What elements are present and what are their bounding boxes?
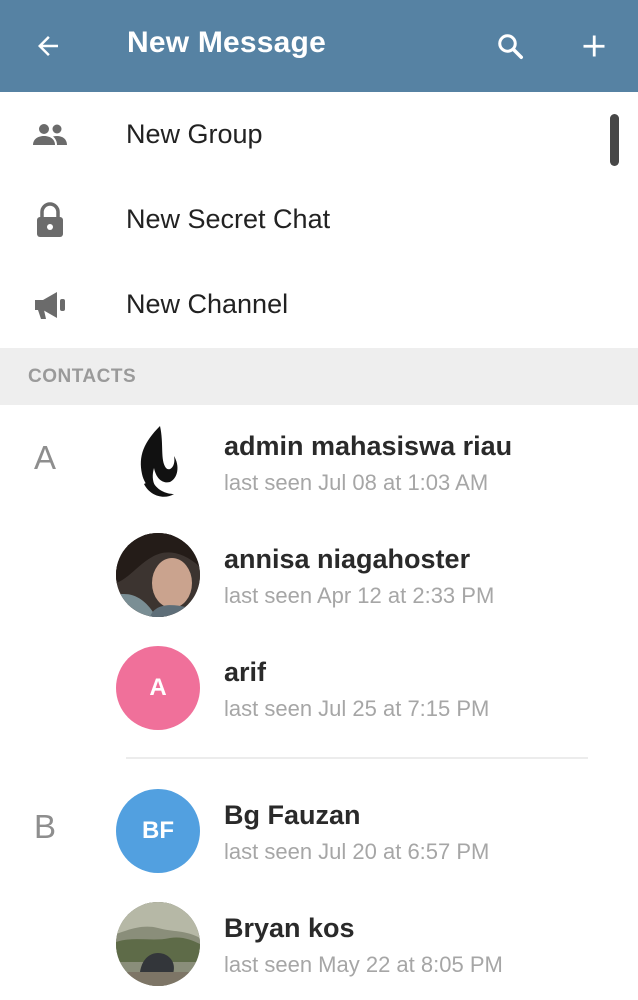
new-secret-chat-item[interactable]: New Secret Chat <box>0 177 638 262</box>
new-group-label: New Group <box>126 119 263 149</box>
contact-name: arif <box>224 657 267 687</box>
arrow-left-icon <box>38 36 58 56</box>
contacts-section-header: CONTACTS <box>0 348 638 405</box>
photo-avatar-image <box>116 533 200 617</box>
search-button[interactable] <box>486 22 534 70</box>
last-seen-status: last seen Jul 20 at 6:57 PM <box>224 839 490 864</box>
contact-row[interactable]: annisa niagahoster last seen Apr 12 at 2… <box>0 518 638 631</box>
section-letter: B <box>34 808 57 845</box>
contact-name: annisa niagahoster <box>224 544 471 574</box>
back-button[interactable] <box>26 24 70 68</box>
last-seen-status: last seen Apr 12 at 2:33 PM <box>224 583 495 608</box>
section-letter: A <box>34 439 57 476</box>
contact-row[interactable]: Bryan kos last seen May 22 at 8:05 PM <box>0 887 638 1000</box>
last-seen-status: last seen Jul 25 at 7:15 PM <box>224 696 490 721</box>
contact-row[interactable]: B BF Bg Fauzan last seen Jul 20 at 6:57 … <box>0 774 638 887</box>
avatar <box>116 533 200 617</box>
contact-name: Bryan kos <box>224 913 355 943</box>
avatar <box>116 902 200 986</box>
flame-logo-icon <box>140 426 178 497</box>
megaphone-icon <box>30 262 70 347</box>
contact-name: admin mahasiswa riau <box>224 431 513 461</box>
avatar: BF <box>116 789 200 873</box>
add-contact-button[interactable] <box>570 22 618 70</box>
avatar: A <box>116 646 200 730</box>
section-divider <box>126 757 588 759</box>
contact-row[interactable]: A arif last seen Jul 25 at 7:15 PM <box>0 631 638 744</box>
contact-row[interactable]: A admin mahasiswa riau last seen Jul 08 … <box>0 405 638 518</box>
new-channel-label: New Channel <box>126 289 289 319</box>
people-icon <box>30 92 70 177</box>
plus-icon <box>583 35 605 57</box>
avatar <box>116 420 200 504</box>
lock-icon <box>30 177 70 262</box>
search-icon <box>498 34 523 59</box>
new-secret-chat-label: New Secret Chat <box>126 204 331 234</box>
photo-avatar-image <box>116 902 200 986</box>
last-seen-status: last seen May 22 at 8:05 PM <box>224 952 503 977</box>
new-group-item[interactable]: New Group <box>0 92 638 177</box>
page-title: New Message <box>127 26 326 59</box>
last-seen-status: last seen Jul 08 at 1:03 AM <box>224 470 489 495</box>
app-bar: New Message <box>0 0 638 92</box>
contact-name: Bg Fauzan <box>224 800 361 830</box>
scrollbar-thumb[interactable] <box>610 114 619 166</box>
new-channel-item[interactable]: New Channel <box>0 262 638 347</box>
